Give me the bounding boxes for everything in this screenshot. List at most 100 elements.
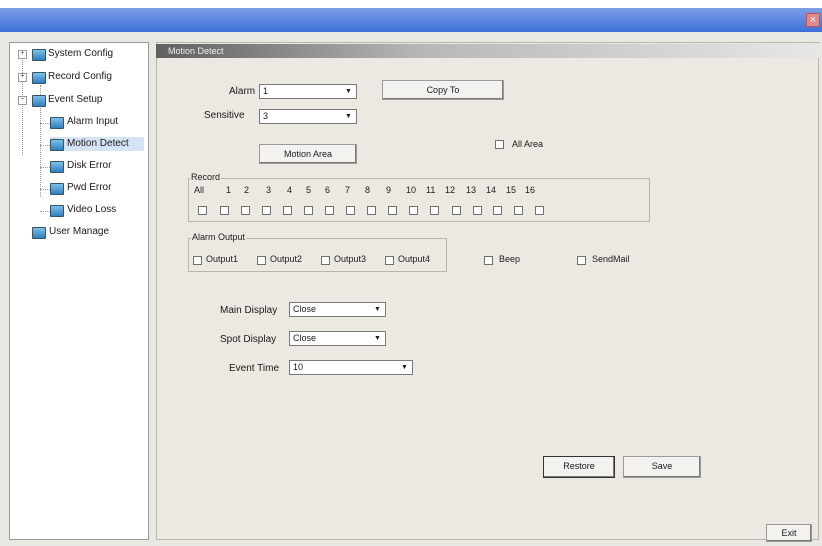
- save-button[interactable]: Save: [623, 456, 701, 478]
- spot-display-select[interactable]: Close ▼: [289, 331, 386, 346]
- all-area-label: All Area: [512, 139, 544, 149]
- event-time-select[interactable]: 10 ▼: [289, 360, 413, 375]
- expand-icon[interactable]: +: [18, 50, 27, 59]
- tree-item-label: User Manage: [49, 226, 110, 237]
- record-channel-label: 8: [365, 185, 371, 195]
- folder-icon: [32, 227, 46, 239]
- tree-item-pwd-error[interactable]: Pwd Error: [50, 181, 146, 195]
- tree-item-disk-error[interactable]: Disk Error: [50, 159, 146, 173]
- tree-item-video-loss[interactable]: Video Loss: [50, 203, 146, 217]
- sendmail-checkbox[interactable]: [577, 256, 586, 265]
- tree-item-label: System Config: [48, 48, 114, 59]
- record-group: [188, 178, 650, 222]
- record-channel-checkbox[interactable]: [409, 206, 418, 215]
- copy-to-button[interactable]: Copy To: [382, 80, 504, 100]
- expand-icon[interactable]: +: [18, 73, 27, 82]
- record-channel-checkbox[interactable]: [283, 206, 292, 215]
- tree-item-label: Event Setup: [48, 94, 103, 105]
- output1-label: Output1: [206, 254, 239, 264]
- output1-checkbox[interactable]: [193, 256, 202, 265]
- record-channel-label: All: [194, 185, 205, 195]
- record-channel-label: 11: [426, 185, 436, 195]
- record-channel-checkbox[interactable]: [198, 206, 207, 215]
- tree-item-user-manage[interactable]: User Manage: [32, 225, 146, 239]
- record-channel-checkbox[interactable]: [346, 206, 355, 215]
- output3-label: Output3: [334, 254, 367, 264]
- sendmail-label: SendMail: [592, 254, 630, 264]
- tree-item-alarm-input[interactable]: Alarm Input: [50, 115, 146, 129]
- page-icon: [50, 183, 64, 195]
- page-icon: [50, 161, 64, 173]
- tree-item-motion-detect[interactable]: Motion Detect: [50, 137, 144, 151]
- record-group-title: Record: [190, 172, 222, 182]
- record-channel-checkbox[interactable]: [514, 206, 523, 215]
- main-display-select[interactable]: Close ▼: [289, 302, 386, 317]
- record-channel-checkbox[interactable]: [430, 206, 439, 215]
- beep-label: Beep: [499, 254, 521, 264]
- record-channel-label: 13: [466, 185, 477, 195]
- all-area-checkbox[interactable]: [495, 140, 504, 149]
- main-display-label: Main Display: [220, 305, 278, 316]
- record-channel-checkbox[interactable]: [493, 206, 502, 215]
- alarm-label: Alarm: [229, 86, 256, 97]
- spot-display-label: Spot Display: [220, 334, 277, 345]
- chevron-down-icon: ▼: [345, 113, 352, 120]
- record-channel-checkbox[interactable]: [262, 206, 271, 215]
- output4-label: Output4: [398, 254, 431, 264]
- record-channel-label: 16: [525, 185, 536, 195]
- tree-item-label: Pwd Error: [67, 182, 112, 193]
- page-icon: [50, 139, 64, 151]
- settings-tree: + System Config + Record Config − Event …: [9, 42, 149, 540]
- tree-item-system-config[interactable]: + System Config: [18, 47, 146, 61]
- restore-button[interactable]: Restore: [543, 456, 615, 478]
- tree-item-label: Alarm Input: [67, 116, 119, 127]
- page-icon: [50, 117, 64, 129]
- collapse-icon[interactable]: −: [18, 96, 27, 105]
- chevron-down-icon: ▼: [374, 306, 381, 313]
- top-margin: [0, 0, 822, 8]
- record-channel-checkbox[interactable]: [473, 206, 482, 215]
- sensitive-label: Sensitive: [204, 110, 245, 121]
- record-channel-checkbox[interactable]: [220, 206, 229, 215]
- spot-display-value: Close: [293, 333, 317, 343]
- settings-panel: [156, 42, 819, 540]
- record-channel-label: 15: [506, 185, 517, 195]
- page-icon: [50, 205, 64, 217]
- chevron-down-icon: ▼: [345, 88, 352, 95]
- alarm-output-title: Alarm Output: [191, 232, 247, 242]
- tree-item-label: Video Loss: [67, 204, 117, 215]
- record-channel-checkbox[interactable]: [367, 206, 376, 215]
- exit-button[interactable]: Exit: [766, 524, 812, 542]
- motion-area-button[interactable]: Motion Area: [259, 144, 357, 164]
- record-channel-label: 2: [244, 185, 250, 195]
- record-channel-checkbox[interactable]: [304, 206, 313, 215]
- record-channel-label: 7: [345, 185, 351, 195]
- record-channel-label: 4: [287, 185, 293, 195]
- chevron-down-icon: ▼: [401, 364, 408, 371]
- folder-icon: [32, 49, 46, 61]
- alarm-select[interactable]: 1 ▼: [259, 84, 357, 99]
- record-channel-checkbox[interactable]: [452, 206, 461, 215]
- output4-checkbox[interactable]: [385, 256, 394, 265]
- event-time-label: Event Time: [229, 363, 280, 374]
- tree-item-label: Record Config: [48, 71, 112, 82]
- tree-item-record-config[interactable]: + Record Config: [18, 70, 146, 84]
- folder-icon: [32, 95, 46, 107]
- tree-connector: [40, 167, 50, 168]
- tree-item-label: Disk Error: [67, 160, 112, 171]
- output3-checkbox[interactable]: [321, 256, 330, 265]
- tree-item-event-setup[interactable]: − Event Setup: [18, 93, 146, 107]
- panel-title: Motion Detect: [156, 44, 819, 58]
- record-channel-checkbox[interactable]: [388, 206, 397, 215]
- sensitive-select[interactable]: 3 ▼: [259, 109, 357, 124]
- record-channel-label: 1: [226, 185, 232, 195]
- output2-checkbox[interactable]: [257, 256, 266, 265]
- record-channel-checkbox[interactable]: [535, 206, 544, 215]
- record-channel-label: 14: [486, 185, 497, 195]
- beep-checkbox[interactable]: [484, 256, 493, 265]
- close-icon: ×: [809, 14, 817, 26]
- output2-label: Output2: [270, 254, 303, 264]
- record-channel-checkbox[interactable]: [241, 206, 250, 215]
- close-button[interactable]: ×: [806, 13, 820, 27]
- record-channel-checkbox[interactable]: [325, 206, 334, 215]
